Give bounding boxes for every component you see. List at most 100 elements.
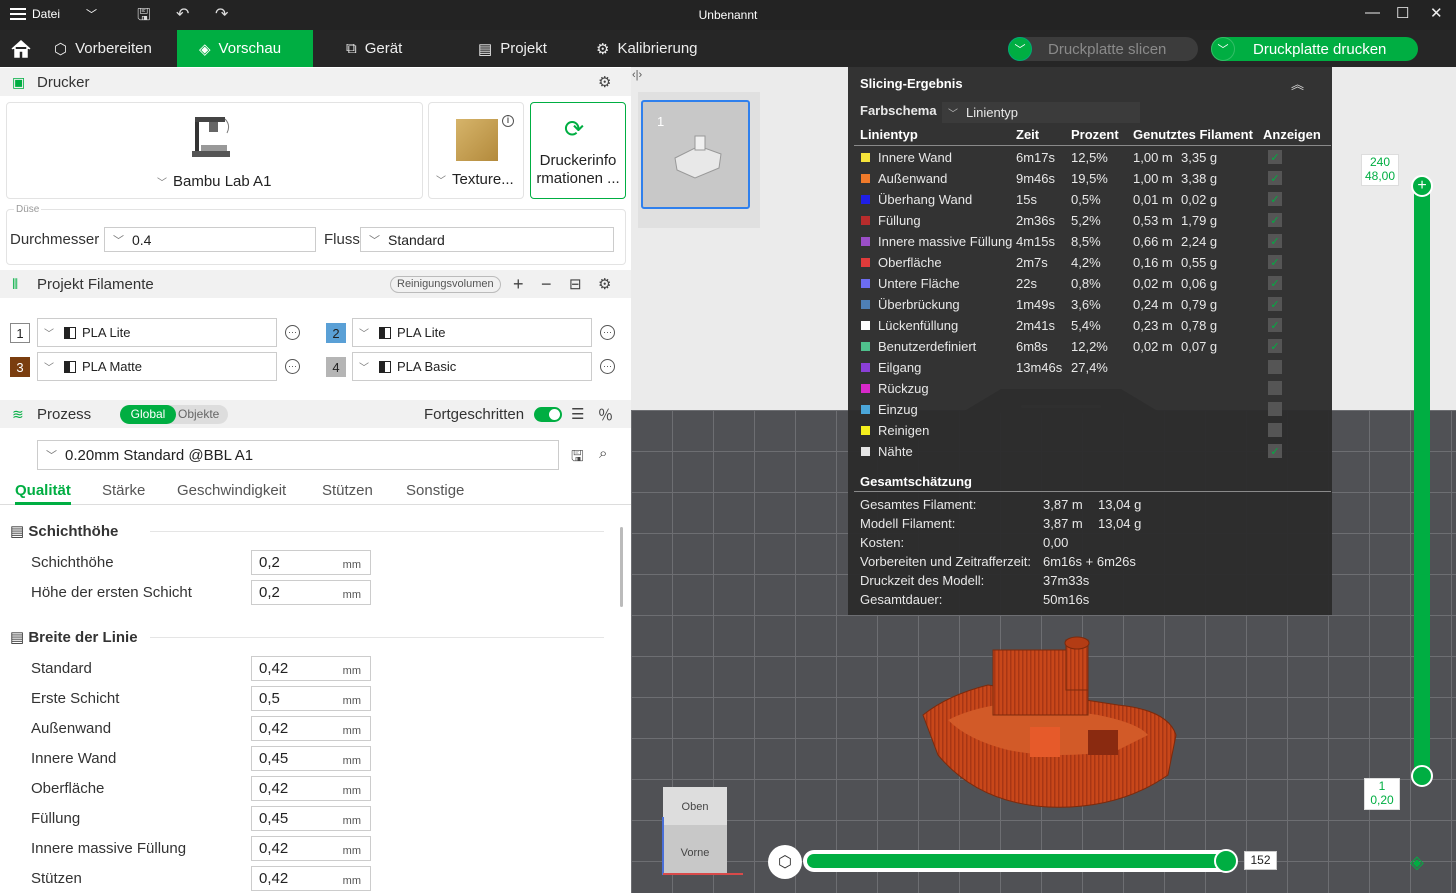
legend-swatch xyxy=(861,258,870,267)
layers-icon[interactable]: ◈ xyxy=(1410,852,1424,873)
tab-support[interactable]: Stützen xyxy=(322,482,373,499)
line-width-infill-input[interactable]: 0,45 mm xyxy=(251,806,371,831)
tab-strength[interactable]: Stärke xyxy=(102,482,145,499)
printer-card[interactable]: ﹀ Bambu Lab A1 xyxy=(6,102,423,199)
tab-speed[interactable]: Geschwindigkeit xyxy=(177,482,286,499)
layer-top-handle[interactable]: + xyxy=(1411,175,1433,197)
legend-name: Innere Wand xyxy=(878,150,952,165)
plate-type-card[interactable]: i ﹀ Texture... xyxy=(428,102,524,199)
show-checkbox[interactable] xyxy=(1268,423,1282,437)
close-button[interactable]: ✕ xyxy=(1430,4,1443,22)
show-checkbox[interactable]: ✓ xyxy=(1268,213,1282,227)
advanced-switch[interactable] xyxy=(534,407,562,422)
toggle-objects[interactable]: Objekte xyxy=(178,405,219,424)
filament-select-3[interactable]: ﹀ PLA Matte xyxy=(37,352,277,381)
filament-select-4[interactable]: ﹀ PLA Basic xyxy=(352,352,592,381)
purge-volume-button[interactable]: Reinigungsvolumen xyxy=(390,276,501,293)
view-cube-front[interactable]: Vorne xyxy=(663,825,727,873)
layer-range-slider[interactable] xyxy=(1414,180,1430,778)
show-checkbox[interactable] xyxy=(1268,360,1282,374)
maximize-button[interactable]: ☐ xyxy=(1396,4,1409,22)
group-line-width: ▤ Breite der Linie xyxy=(10,628,138,646)
toggle-global[interactable]: Global xyxy=(120,405,176,424)
show-checkbox[interactable]: ✓ xyxy=(1268,255,1282,269)
show-checkbox[interactable]: ✓ xyxy=(1268,192,1282,206)
print-plate-button[interactable]: ﹀ Druckplatte drucken xyxy=(1211,37,1418,61)
info-icon[interactable]: i xyxy=(502,115,514,127)
save-profile-icon[interactable]: 🖫 xyxy=(571,446,584,471)
filament-sync-icon[interactable]: ⊟ xyxy=(569,275,582,293)
tab-others[interactable]: Sonstige xyxy=(406,482,464,499)
tab-preview[interactable]: ◈ Vorschau xyxy=(177,30,313,67)
flow-select[interactable]: ﹀ Standard xyxy=(360,227,614,252)
line-width-support-input[interactable]: 0,42 mm xyxy=(251,866,371,891)
line-width-outer-wall-input[interactable]: 0,42 mm xyxy=(251,716,371,741)
show-checkbox[interactable]: ✓ xyxy=(1268,297,1282,311)
show-checkbox[interactable]: ✓ xyxy=(1268,318,1282,332)
filament-settings-gear-icon[interactable]: ⚙ xyxy=(598,275,611,293)
process-profile-select[interactable]: ﹀ 0.20mm Standard @BBL A1 xyxy=(37,440,559,470)
search-icon[interactable]: ⌕ xyxy=(599,445,607,462)
line-width-default-input[interactable]: 0,42 mm xyxy=(251,656,371,681)
slice-plate-button[interactable]: ﹀ Druckplatte slicen xyxy=(1008,37,1198,61)
slice-plate-label: Druckplatte slicen xyxy=(1048,40,1167,58)
layer-height-input[interactable]: 0,2 mm xyxy=(251,550,371,575)
printer-select[interactable]: ﹀ Bambu Lab A1 xyxy=(157,173,271,190)
line-width-top-surface-input[interactable]: 0,42 mm xyxy=(251,776,371,801)
more-icon[interactable]: ⋯ xyxy=(285,359,300,374)
show-checkbox[interactable] xyxy=(1268,402,1282,416)
line-width-inner-wall-input[interactable]: 0,45 mm xyxy=(251,746,371,771)
view-cube[interactable]: Oben Vorne xyxy=(662,787,743,883)
layer-bottom-handle[interactable] xyxy=(1411,765,1433,787)
legend-time: 22s xyxy=(1016,276,1037,291)
plate-type-select[interactable]: ﹀ Texture... xyxy=(436,171,514,188)
collapse-up-icon[interactable]: ︽ xyxy=(1291,74,1304,93)
settings-scrollbar[interactable] xyxy=(620,527,623,607)
list-icon[interactable]: ☰ xyxy=(571,405,584,423)
color-scheme-select[interactable]: ﹀ Linientyp xyxy=(942,102,1140,123)
move-slider[interactable] xyxy=(803,850,1234,872)
add-filament-icon[interactable]: + xyxy=(513,274,524,295)
filament-swatch xyxy=(64,360,76,373)
global-objects-toggle[interactable]: Global Objekte xyxy=(120,405,228,424)
compare-icon[interactable]: ％ xyxy=(598,404,613,425)
plate-thumbnail[interactable]: 1 xyxy=(641,100,750,209)
show-checkbox[interactable]: ✓ xyxy=(1268,444,1282,458)
view-cube-top[interactable]: Oben xyxy=(663,787,727,825)
tab-quality[interactable]: Qualität xyxy=(15,482,71,505)
camera-view-icon[interactable]: ⬡ xyxy=(768,845,802,879)
more-icon[interactable]: ⋯ xyxy=(285,325,300,340)
slice-dropdown-icon[interactable]: ﹀ xyxy=(1008,37,1032,61)
move-slider-handle[interactable] xyxy=(1214,849,1238,873)
home-button[interactable] xyxy=(8,30,34,67)
legend-swatch xyxy=(861,300,870,309)
collapse-sidebar-icon[interactable]: ‹|› xyxy=(632,69,642,81)
show-checkbox[interactable]: ✓ xyxy=(1268,234,1282,248)
tab-calibration[interactable]: ⚙ Kalibrierung xyxy=(596,30,726,67)
tab-project-label: Projekt xyxy=(500,40,547,57)
line-width-first-layer-input[interactable]: 0,5 mm xyxy=(251,686,371,711)
more-icon[interactable]: ⋯ xyxy=(600,359,615,374)
filament-select-1[interactable]: ﹀ PLA Lite xyxy=(37,318,277,347)
param-unit: mm xyxy=(342,875,361,887)
filament-select-2[interactable]: ﹀ PLA Lite xyxy=(352,318,592,347)
printer-settings-gear-icon[interactable]: ⚙ xyxy=(598,73,611,91)
chevron-down-icon: ﹀ xyxy=(948,109,958,120)
first-layer-height-input[interactable]: 0,2 mm xyxy=(251,580,371,605)
tab-prepare[interactable]: ⬡ Vorbereiten xyxy=(42,30,177,67)
print-dropdown-icon[interactable]: ﹀ xyxy=(1211,37,1235,61)
line-width-solid-infill-input[interactable]: 0,42 mm xyxy=(251,836,371,861)
more-icon[interactable]: ⋯ xyxy=(600,325,615,340)
remove-filament-icon[interactable]: − xyxy=(541,274,552,295)
show-checkbox[interactable]: ✓ xyxy=(1268,339,1282,353)
tab-device[interactable]: ⧉ Gerät xyxy=(346,30,456,67)
printer-info-button[interactable]: ⟳ Druckerinfo rmationen ... xyxy=(530,102,626,199)
show-checkbox[interactable]: ✓ xyxy=(1268,171,1282,185)
diameter-select[interactable]: ﹀ 0.4 xyxy=(104,227,316,252)
show-checkbox[interactable]: ✓ xyxy=(1268,276,1282,290)
tab-project[interactable]: ▤ Projekt xyxy=(478,30,578,67)
minimize-button[interactable]: — xyxy=(1365,4,1380,21)
show-checkbox[interactable]: ✓ xyxy=(1268,150,1282,164)
legend-percent: 3,6% xyxy=(1071,297,1101,312)
show-checkbox[interactable] xyxy=(1268,381,1282,395)
